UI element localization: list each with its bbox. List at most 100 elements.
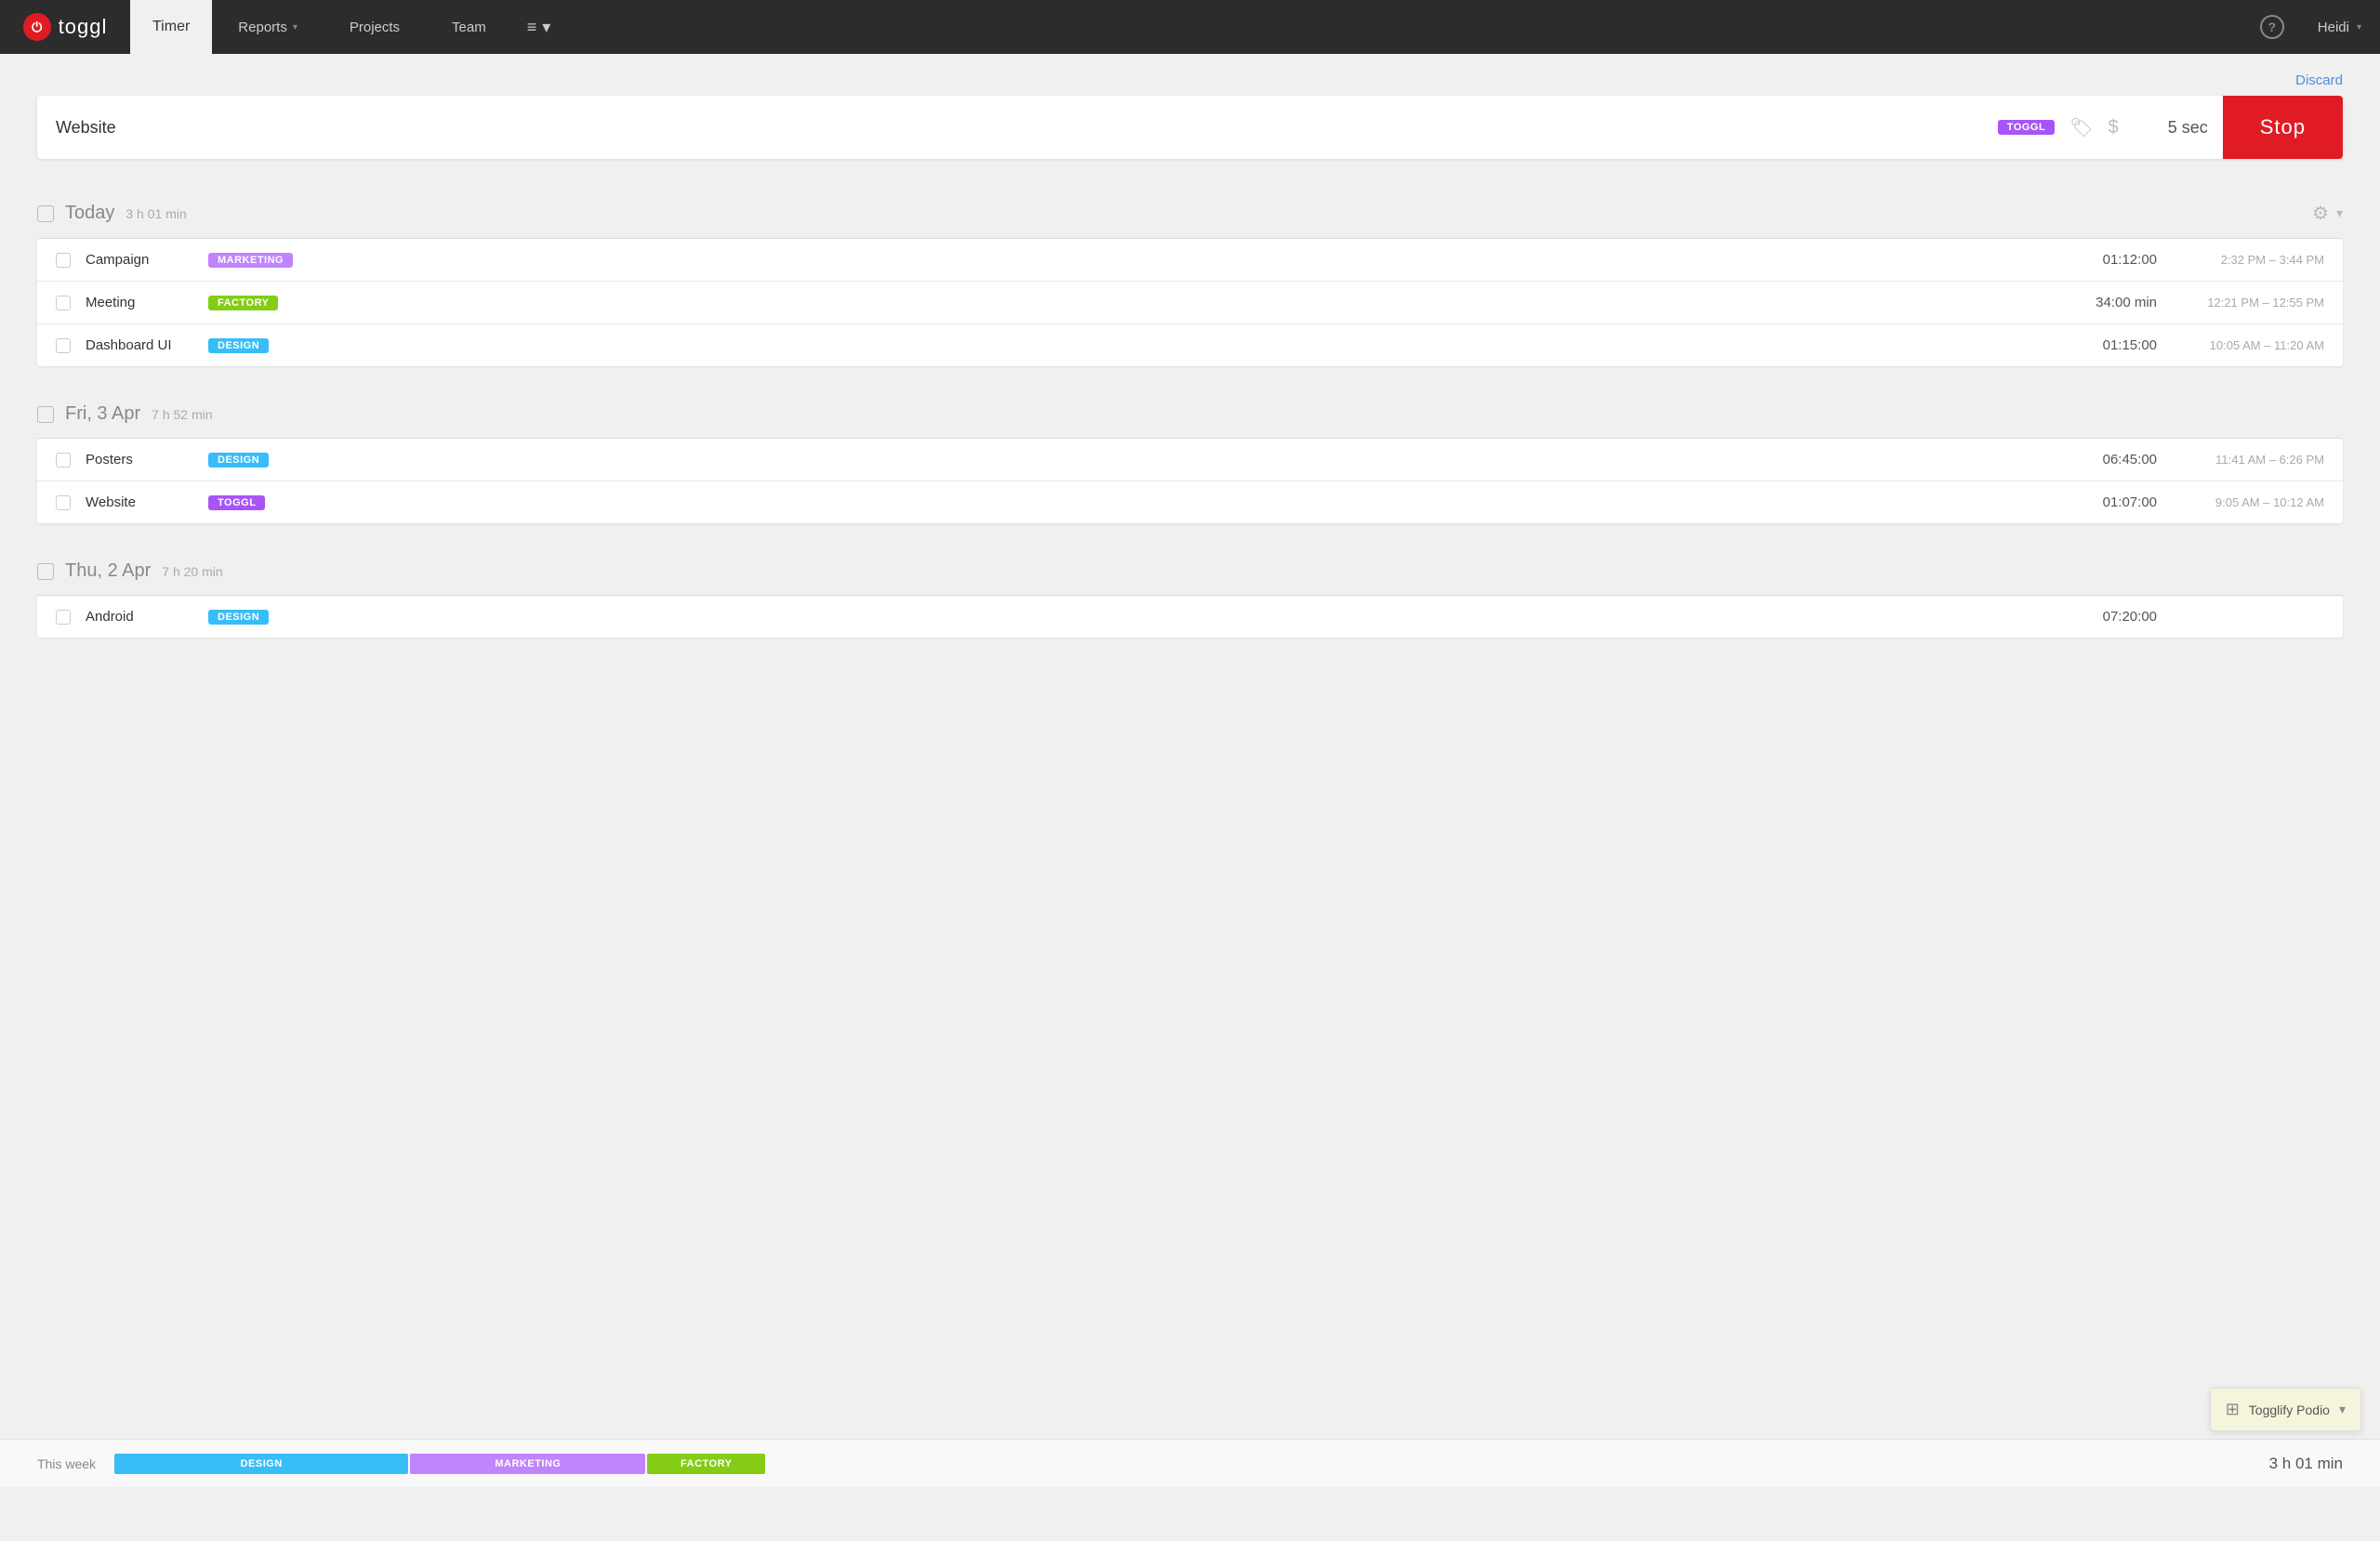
entry-meeting-desc: Meeting <box>86 295 197 310</box>
nav-projects-label: Projects <box>350 20 400 35</box>
entry-campaign-checkbox[interactable] <box>56 253 71 268</box>
entry-dashboard-desc: Dashboard UI <box>86 337 197 353</box>
user-menu[interactable]: Heidi ▾ <box>2299 0 2380 54</box>
nav-team[interactable]: Team <box>426 0 512 54</box>
user-name: Heidi <box>2318 20 2349 35</box>
section-thu-title: Thu, 2 Apr <box>65 560 151 582</box>
log-entry-posters: Posters DESIGN 06:45:00 11:41 AM – 6:26 … <box>37 439 2343 481</box>
togglify-podio-popup[interactable]: ⊞ Togglify Podio ▾ <box>2210 1388 2361 1431</box>
entry-posters-tag[interactable]: DESIGN <box>208 453 269 468</box>
section-today-duration: 3 h 01 min <box>126 206 186 221</box>
footer-bar-marketing: MARKETING <box>410 1454 645 1474</box>
entry-campaign-duration: 01:12:00 <box>2064 252 2157 268</box>
entry-android-checkbox[interactable] <box>56 610 71 625</box>
section-today-checkbox[interactable] <box>37 205 54 222</box>
nav-team-label: Team <box>452 20 486 35</box>
section-fri-checkbox[interactable] <box>37 406 54 423</box>
footer-marketing-label: MARKETING <box>495 1458 561 1469</box>
entry-meeting-duration: 34:00 min <box>2064 295 2157 310</box>
entry-android-duration: 07:20:00 <box>2064 609 2157 625</box>
section-today-gear-icon[interactable]: ⚙ <box>2312 202 2329 225</box>
section-today-chevron-icon[interactable]: ▾ <box>2336 205 2343 221</box>
today-entries: Campaign MARKETING 01:12:00 2:32 PM – 3:… <box>37 239 2343 366</box>
log-entry-android: Android DESIGN 07:20:00 <box>37 596 2343 638</box>
billing-icon[interactable]: $ <box>2109 117 2119 138</box>
section-thu-checkbox[interactable] <box>37 563 54 580</box>
section-fri-3-apr: Fri, 3 Apr 7 h 52 min Posters DESIGN 06:… <box>37 389 2343 523</box>
hamburger-menu[interactable]: ≡ ▾ <box>512 0 566 54</box>
fri-entries: Posters DESIGN 06:45:00 11:41 AM – 6:26 … <box>37 439 2343 523</box>
entry-website-tag[interactable]: TOGGL <box>208 495 265 510</box>
stop-button[interactable]: Stop <box>2223 96 2343 159</box>
entry-dashboard-time-range: 10:05 AM – 11:20 AM <box>2175 338 2324 352</box>
entry-campaign-tag[interactable]: MARKETING <box>208 253 293 268</box>
discard-button[interactable]: Discard <box>2295 72 2343 88</box>
log-entry-website: Website TOGGL 01:07:00 9:05 AM – 10:12 A… <box>37 481 2343 523</box>
entry-dashboard-checkbox[interactable] <box>56 338 71 353</box>
entry-android-tag[interactable]: DESIGN <box>208 610 269 625</box>
reports-dropdown-arrow: ▾ <box>293 22 298 33</box>
footer-bar-factory: FACTORY <box>647 1454 765 1474</box>
footer-this-week-label: This week <box>37 1456 96 1471</box>
entry-dashboard-tag[interactable]: DESIGN <box>208 338 269 353</box>
entry-posters-desc: Posters <box>86 452 197 468</box>
popup-chevron-icon[interactable]: ▾ <box>2339 1402 2346 1417</box>
timer-project-tag[interactable]: TOGGL <box>1998 120 2055 135</box>
log-entry-campaign: Campaign MARKETING 01:12:00 2:32 PM – 3:… <box>37 239 2343 282</box>
footer-bar: This week DESIGN MARKETING FACTORY 3 h 0… <box>0 1439 2380 1487</box>
user-dropdown-arrow: ▾ <box>2357 22 2361 33</box>
nav-reports[interactable]: Reports ▾ <box>212 0 324 54</box>
popup-plus-icon: ⊞ <box>2226 1400 2240 1419</box>
entry-meeting-checkbox[interactable] <box>56 296 71 310</box>
footer-bar-design: DESIGN <box>114 1454 408 1474</box>
log-entry-meeting: Meeting FACTORY 34:00 min 12:21 PM – 12:… <box>37 282 2343 324</box>
section-today-actions: ⚙ ▾ <box>2312 202 2343 225</box>
footer-factory-label: FACTORY <box>681 1458 732 1469</box>
entry-posters-duration: 06:45:00 <box>2064 452 2157 468</box>
entry-website-desc: Website <box>86 494 197 510</box>
nav-projects[interactable]: Projects <box>324 0 426 54</box>
entry-website-checkbox[interactable] <box>56 495 71 510</box>
entry-meeting-tag[interactable]: FACTORY <box>208 296 278 310</box>
entry-android-desc: Android <box>86 609 197 625</box>
navbar: ⏻ toggl Timer Reports ▾ Projects Team ≡ … <box>0 0 2380 54</box>
navbar-right: ? Heidi ▾ <box>2245 0 2380 54</box>
logo[interactable]: ⏻ toggl <box>0 0 130 54</box>
section-fri-duration: 7 h 52 min <box>152 407 212 422</box>
entry-campaign-desc: Campaign <box>86 252 197 268</box>
discard-row: Discard <box>37 72 2343 88</box>
entry-posters-checkbox[interactable] <box>56 453 71 468</box>
section-fri-title: Fri, 3 Apr <box>65 403 140 425</box>
help-icon: ? <box>2260 15 2284 39</box>
section-today: Today 3 h 01 min ⚙ ▾ Campaign MARKETING … <box>37 187 2343 366</box>
nav-reports-label: Reports <box>238 20 287 35</box>
section-thu-2-apr: Thu, 2 Apr 7 h 20 min Android DESIGN 07:… <box>37 546 2343 638</box>
timer-bar: Website TOGGL 🏷 $ 5 sec Stop <box>37 96 2343 159</box>
entry-posters-time-range: 11:41 AM – 6:26 PM <box>2175 453 2324 467</box>
entry-website-time-range: 9:05 AM – 10:12 AM <box>2175 495 2324 509</box>
entry-campaign-time-range: 2:32 PM – 3:44 PM <box>2175 253 2324 267</box>
popup-text: Togglify Podio <box>2249 1403 2330 1417</box>
footer-design-label: DESIGN <box>241 1458 283 1469</box>
footer-progress-bars: DESIGN MARKETING FACTORY <box>114 1454 765 1474</box>
main-content: Discard Website TOGGL 🏷 $ 5 sec Stop Tod… <box>0 54 2380 1439</box>
hamburger-dropdown-arrow: ▾ <box>542 18 550 37</box>
tag-icon[interactable]: 🏷 <box>2069 116 2093 139</box>
footer-total: 3 h 01 min <box>2269 1455 2343 1473</box>
elapsed-time: 5 sec <box>2134 118 2208 138</box>
entry-website-duration: 01:07:00 <box>2064 494 2157 510</box>
log-entry-dashboard-ui: Dashboard UI DESIGN 01:15:00 10:05 AM – … <box>37 324 2343 366</box>
help-button[interactable]: ? <box>2245 0 2299 54</box>
section-thu-duration: 7 h 20 min <box>162 564 222 579</box>
entry-meeting-time-range: 12:21 PM – 12:55 PM <box>2175 296 2324 310</box>
navbar-links: Reports ▾ Projects Team ≡ ▾ <box>212 0 2244 54</box>
timer-description[interactable]: Website <box>56 118 1972 138</box>
timer-tab-label: Timer <box>152 19 190 35</box>
logo-icon: ⏻ <box>23 13 51 41</box>
hamburger-icon: ≡ <box>527 18 537 37</box>
section-today-title: Today <box>65 203 114 224</box>
entry-dashboard-duration: 01:15:00 <box>2064 337 2157 353</box>
timer-tab[interactable]: Timer <box>130 0 212 54</box>
logo-text: toggl <box>59 15 108 39</box>
thu-entries: Android DESIGN 07:20:00 <box>37 596 2343 638</box>
